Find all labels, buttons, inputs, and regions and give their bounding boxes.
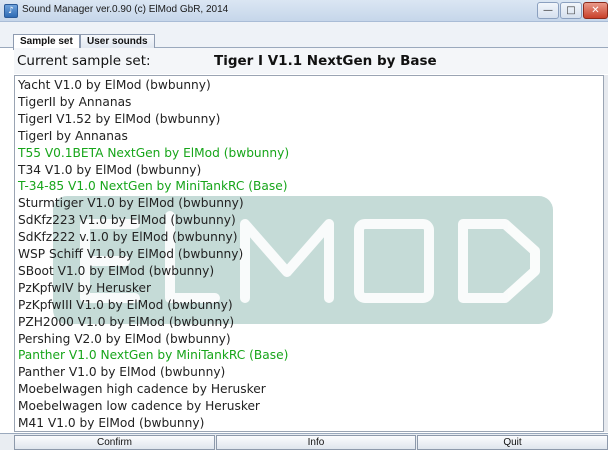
- list-scrollbar[interactable]: [604, 75, 608, 432]
- list-item[interactable]: PzKpfwIV by Herusker: [18, 279, 151, 297]
- current-sample-set-row: Current sample set: Tiger I V1.1 NextGen…: [14, 48, 608, 74]
- list-item[interactable]: T34 V1.0 by ElMod (bwbunny): [18, 161, 201, 179]
- list-item[interactable]: SdKfz222 v.1.0 by ElMod (bwbunny): [18, 228, 238, 246]
- sample-set-list[interactable]: Yacht V1.0 by ElMod (bwbunny) TigerII by …: [14, 75, 604, 432]
- list-item[interactable]: Panther V1.0 by ElMod (bwbunny): [18, 363, 225, 381]
- list-item[interactable]: PzKpfwIII V1.0 by ElMod (bwbunny): [18, 296, 233, 314]
- quit-button[interactable]: Quit: [417, 435, 608, 450]
- close-button[interactable]: ✕: [583, 2, 608, 19]
- current-sample-set-value: Tiger I V1.1 NextGen by Base: [214, 53, 437, 69]
- list-item[interactable]: Sturmtiger V1.0 by ElMod (bwbunny): [18, 194, 244, 212]
- list-item[interactable]: Panther V1.0 NextGen by MiniTankRC (Base…: [18, 346, 288, 364]
- app-icon: ♪: [4, 4, 18, 18]
- confirm-button[interactable]: Confirm: [14, 435, 215, 450]
- list-item[interactable]: SBoot V1.0 by ElMod (bwbunny): [18, 262, 214, 280]
- list-item[interactable]: Moebelwagen low cadence by Herusker: [18, 397, 260, 415]
- button-bar: Confirm Info Quit: [0, 433, 608, 450]
- window-title: Sound Manager ver.0.90 (c) ElMod GbR, 20…: [22, 4, 229, 15]
- title-bar: ♪ Sound Manager ver.0.90 (c) ElMod GbR, …: [0, 0, 608, 22]
- current-sample-set-label: Current sample set:: [17, 53, 151, 69]
- maximize-button[interactable]: □: [560, 2, 582, 19]
- info-button[interactable]: Info: [216, 435, 416, 450]
- list-item[interactable]: TigerII by Annanas: [18, 93, 131, 111]
- list-item[interactable]: T-34-85 V1.0 NextGen by MiniTankRC (Base…: [18, 177, 287, 195]
- list-item[interactable]: TigerI by Annanas: [18, 127, 128, 145]
- list-item[interactable]: M41 V1.0 by ElMod (bwbunny): [18, 414, 204, 431]
- minimize-button[interactable]: —: [537, 2, 559, 19]
- list-item[interactable]: Yacht V1.0 by ElMod (bwbunny): [18, 76, 211, 94]
- list-item[interactable]: TigerI V1.52 by ElMod (bwbunny): [18, 110, 220, 128]
- list-item[interactable]: PZH2000 V1.0 by ElMod (bwbunny): [18, 313, 234, 331]
- list-item[interactable]: SdKfz223 V1.0 by ElMod (bwbunny): [18, 211, 236, 229]
- list-item[interactable]: Moebelwagen high cadence by Herusker: [18, 380, 266, 398]
- tab-strip: Sample set User sounds: [0, 22, 608, 50]
- list-item[interactable]: WSP Schiff V1.0 by ElMod (bwbunny): [18, 245, 243, 263]
- list-item[interactable]: Pershing V2.0 by ElMod (bwbunny): [18, 330, 231, 348]
- list-item[interactable]: T55 V0.1BETA NextGen by ElMod (bwbunny): [18, 144, 289, 162]
- tab-user-sounds[interactable]: User sounds: [80, 34, 155, 49]
